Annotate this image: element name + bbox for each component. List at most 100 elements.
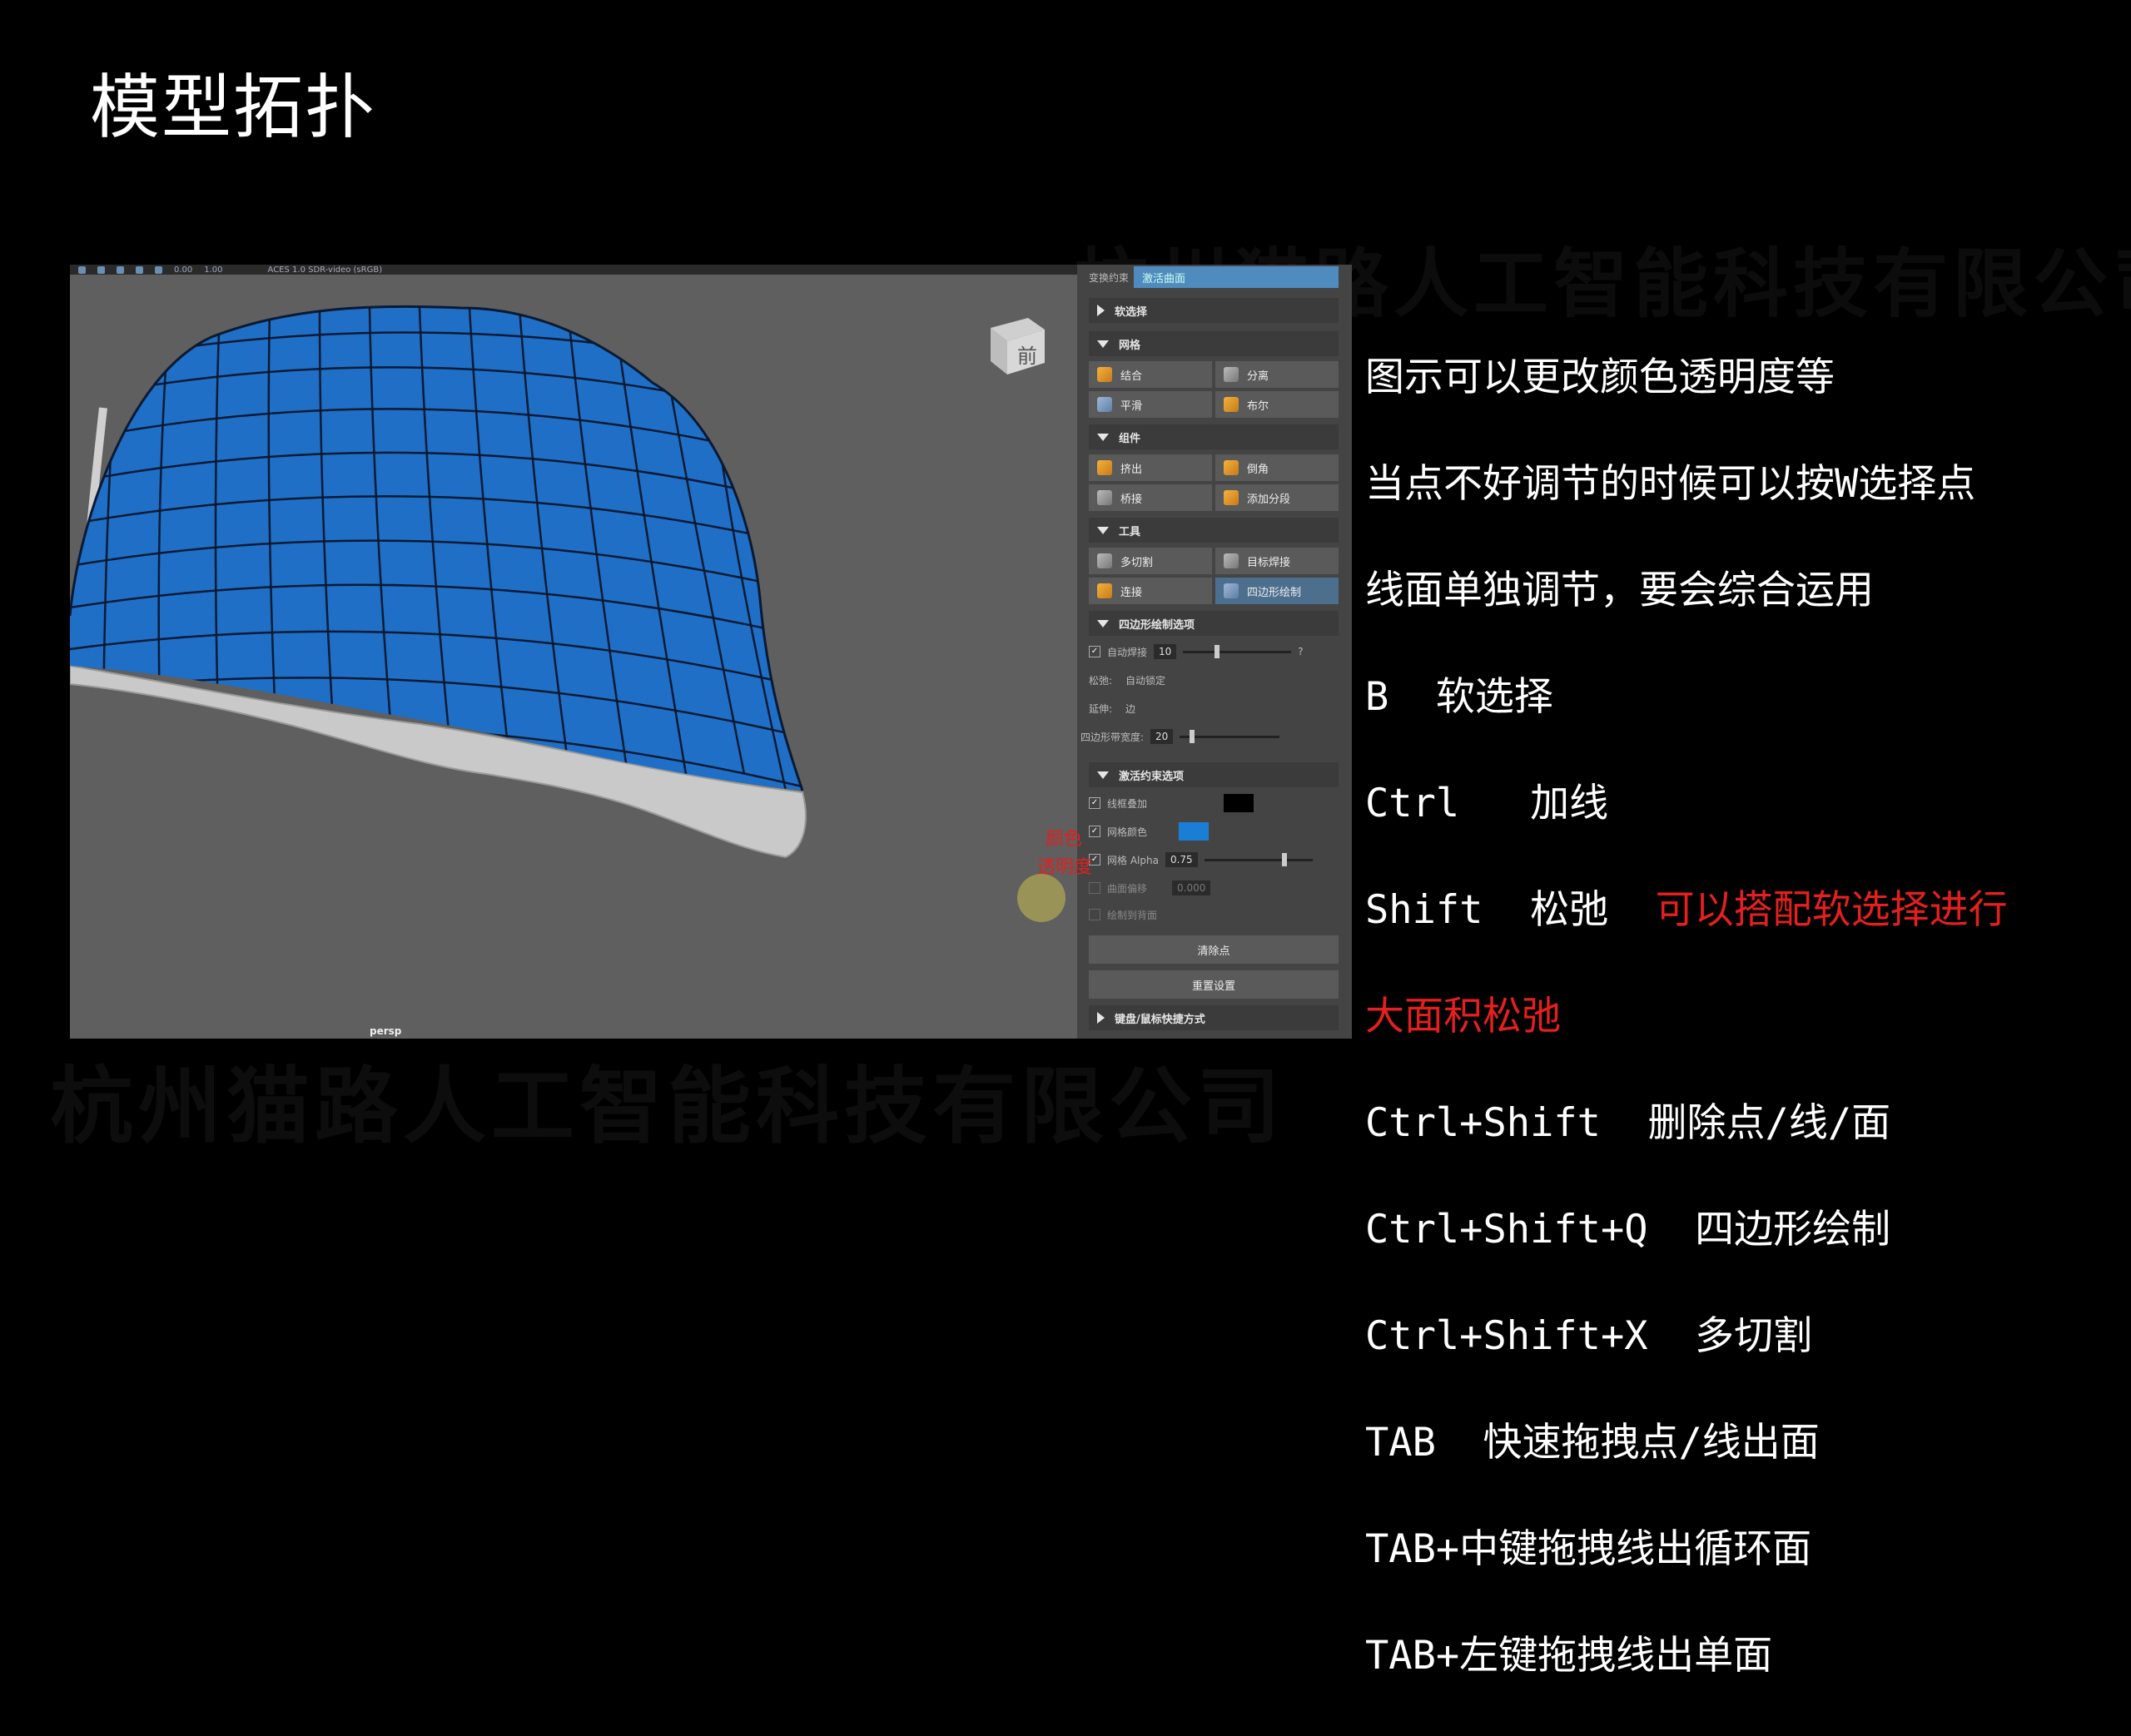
surface-offset-checkbox[interactable] (1089, 882, 1100, 894)
wire-overlay-label: 线框叠加 (1107, 797, 1148, 810)
section-quad-draw-options[interactable]: 四边形绘制选项 (1089, 611, 1339, 636)
tool-button-row-2: 连接 四边形绘制 (1089, 578, 1339, 604)
transform-constraint-dropdown[interactable]: 激活曲面 (1134, 266, 1339, 288)
extend-dropdown[interactable]: 边 (1125, 702, 1135, 716)
auto-weld-checkbox[interactable]: ✓ (1089, 646, 1100, 657)
tool-button-row-1: 多切割 目标焊接 (1089, 548, 1339, 574)
bevel-button[interactable]: 倒角 (1215, 454, 1339, 481)
mesh-alpha-value[interactable]: 0.75 (1165, 852, 1198, 867)
wire-overlay-row: ✓ 线框叠加 (1089, 791, 1339, 816)
extend-row: 延伸: 边 (1089, 696, 1339, 721)
strip-width-slider[interactable] (1180, 729, 1280, 743)
smooth-button[interactable]: 平滑 (1089, 391, 1212, 418)
toolbar-icon[interactable] (97, 265, 105, 274)
button-label: 桥接 (1120, 493, 1143, 506)
button-label: 添加分段 (1247, 493, 1291, 506)
button-label: 目标焊接 (1247, 556, 1291, 569)
add-divisions-button[interactable]: 添加分段 (1215, 484, 1339, 511)
mesh-color-swatch[interactable] (1179, 822, 1209, 841)
section-label: 组件 (1119, 432, 1141, 445)
section-soft-select[interactable]: 软选择 (1089, 298, 1339, 323)
add-divisions-icon (1224, 490, 1239, 505)
section-label: 键盘/鼠标快捷方式 (1115, 1013, 1205, 1026)
mesh-color-label: 网格颜色 (1107, 826, 1148, 838)
connect-button[interactable]: 连接 (1089, 578, 1212, 604)
note-key: Shift 松弛 (1365, 887, 1656, 933)
section-keyboard-shortcuts[interactable]: 键盘/鼠标快捷方式 (1089, 1005, 1339, 1030)
connect-icon (1097, 583, 1112, 598)
clear-points-button[interactable]: 清除点 (1089, 935, 1339, 964)
backface-label: 绘制到背面 (1107, 909, 1158, 921)
auto-weld-value[interactable]: 10 (1154, 644, 1177, 659)
section-tools[interactable]: 工具 (1089, 518, 1339, 543)
mesh-model[interactable] (70, 275, 1077, 1039)
backface-row: 绘制到背面 (1089, 902, 1339, 927)
collapse-arrow-icon (1097, 305, 1105, 316)
combine-button[interactable]: 结合 (1089, 361, 1212, 388)
section-label: 软选择 (1115, 305, 1148, 319)
section-label: 网格 (1119, 339, 1141, 352)
section-live-options[interactable]: 激活约束选项 (1089, 762, 1339, 787)
note-highlight: 可以搭配软选择进行 (1655, 887, 2008, 933)
button-label: 连接 (1120, 586, 1143, 599)
3d-viewport[interactable]: 对称: 世界 X (70, 275, 1077, 1039)
auto-weld-label: 自动焊接 (1107, 646, 1148, 658)
quad-draw-button[interactable]: 四边形绘制 (1215, 578, 1339, 604)
section-label: 激活约束选项 (1119, 770, 1185, 783)
button-label: 挤出 (1120, 463, 1143, 476)
toolbar-icon[interactable] (136, 265, 143, 274)
multi-cut-icon (1097, 553, 1112, 568)
bevel-icon (1224, 460, 1239, 475)
target-weld-button[interactable]: 目标焊接 (1215, 548, 1339, 574)
extrude-button[interactable]: 挤出 (1089, 454, 1212, 481)
note-line: Ctrl+Shift 删除点/线/面 (1365, 1100, 1891, 1146)
help-icon[interactable]: ? (1298, 646, 1303, 657)
maya-screenshot: 0.00 1.00 ACES 1.0 SDR-video (sRGB) 对称: … (70, 265, 1352, 1039)
mesh-color-checkbox[interactable]: ✓ (1089, 826, 1100, 837)
button-label: 布尔 (1247, 399, 1269, 413)
backface-checkbox[interactable] (1089, 909, 1100, 920)
bridge-icon (1097, 490, 1112, 505)
wire-color-swatch[interactable] (1224, 794, 1254, 812)
viewcube-icon[interactable]: 前 (982, 311, 1049, 378)
surface-offset-label: 曲面偏移 (1107, 882, 1148, 895)
mesh-button-row-1: 结合 分离 (1089, 361, 1339, 388)
note-line: Shift 松弛 可以搭配软选择进行 (1365, 884, 2008, 937)
exposure-value[interactable]: 0.00 (174, 265, 192, 275)
relax-dropdown[interactable]: 自动锁定 (1125, 673, 1165, 687)
toolbar-icon[interactable] (117, 265, 124, 274)
mesh-color-row: ✓ 网格颜色 (1089, 819, 1339, 844)
section-components[interactable]: 组件 (1089, 424, 1339, 449)
button-label: 倒角 (1247, 463, 1269, 476)
gamma-value[interactable]: 1.00 (204, 265, 222, 275)
boolean-button[interactable]: 布尔 (1215, 391, 1339, 418)
reset-settings-button[interactable]: 重置设置 (1089, 970, 1339, 999)
note-highlight: 大面积松弛 (1365, 994, 1561, 1039)
section-mesh[interactable]: 网格 (1089, 331, 1339, 356)
button-label: 平滑 (1120, 399, 1143, 413)
bridge-button[interactable]: 桥接 (1089, 484, 1212, 511)
separate-button[interactable]: 分离 (1215, 361, 1339, 388)
quad-draw-icon (1224, 583, 1239, 598)
multi-cut-button[interactable]: 多切割 (1089, 548, 1212, 574)
expand-arrow-icon (1097, 526, 1109, 534)
extend-label: 延伸: (1089, 702, 1113, 715)
wire-overlay-checkbox[interactable]: ✓ (1089, 797, 1100, 809)
retopo-mesh-fill (70, 306, 802, 791)
expand-arrow-icon (1097, 771, 1109, 779)
toolbar-icon[interactable] (155, 265, 162, 274)
collapse-arrow-icon (1097, 1012, 1105, 1024)
viewport-toolbar: 0.00 1.00 ACES 1.0 SDR-video (sRGB) (70, 265, 1085, 275)
strip-width-value[interactable]: 20 (1150, 729, 1174, 744)
smooth-icon (1097, 397, 1112, 412)
slide-title: 模型拓扑 (90, 67, 377, 148)
colorspace-dropdown[interactable]: ACES 1.0 SDR-video (sRGB) (268, 265, 383, 275)
auto-weld-slider[interactable] (1183, 644, 1292, 658)
note-line: 线面单独调节，要会综合运用 (1365, 568, 1874, 613)
mesh-alpha-slider[interactable] (1204, 852, 1313, 866)
surface-offset-value[interactable]: 0.000 (1172, 880, 1211, 895)
target-weld-icon (1224, 553, 1239, 568)
toolbar-icon[interactable] (78, 265, 86, 274)
note-line: TAB 快速拖拽点/线出面 (1365, 1420, 1820, 1466)
note-line: Ctrl 加线 (1365, 781, 1609, 826)
